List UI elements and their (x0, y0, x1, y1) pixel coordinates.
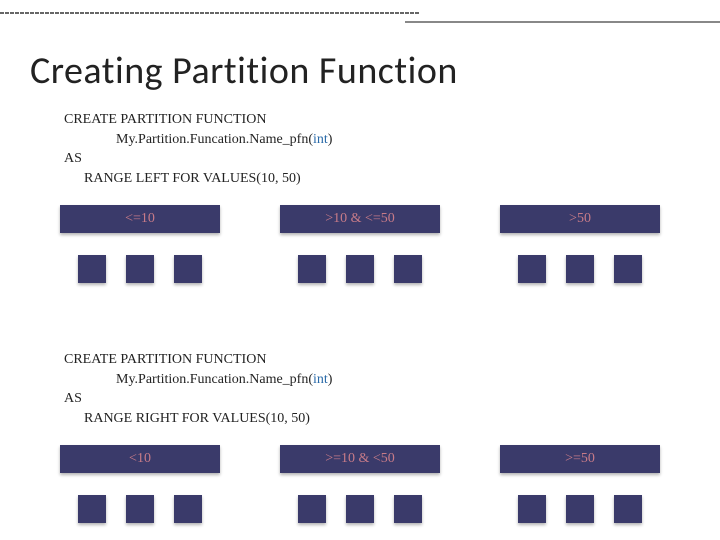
code-line: CREATE PARTITION FUNCTION (64, 110, 332, 130)
partition-diagram-left: <=10 >10 & <=50 >50 (60, 205, 660, 283)
code-line: My.Partition.Funcation.Name_pfn(int) (64, 370, 332, 390)
code-line: CREATE PARTITION FUNCTION (64, 350, 332, 370)
code-text: My.Partition.Funcation.Name_pfn( (116, 132, 313, 147)
range-box: <=10 (60, 205, 220, 233)
code-line: RANGE RIGHT FOR VALUES(10, 50) (64, 409, 332, 429)
decorative-top-dash (0, 12, 420, 14)
range-box: >10 & <=50 (280, 205, 440, 233)
code-line: RANGE LEFT FOR VALUES(10, 50) (64, 169, 332, 189)
code-text: My.Partition.Funcation.Name_pfn( (116, 372, 313, 387)
code-text: ) (328, 132, 333, 147)
partition-diagram-right: <10 >=10 & <50 >=50 (60, 445, 660, 523)
range-box: <10 (60, 445, 220, 473)
keyword-int: int (313, 372, 328, 387)
range-box: >=10 & <50 (280, 445, 440, 473)
code-block-range-right: CREATE PARTITION FUNCTION My.Partition.F… (64, 350, 332, 428)
code-line: AS (64, 149, 332, 169)
range-box: >50 (500, 205, 660, 233)
code-block-range-left: CREATE PARTITION FUNCTION My.Partition.F… (64, 110, 332, 188)
keyword-int: int (313, 132, 328, 147)
code-line: AS (64, 389, 332, 409)
code-line: My.Partition.Funcation.Name_pfn(int) (64, 130, 332, 150)
slide-title: Creating Partition Function (30, 48, 458, 94)
code-text: ) (328, 372, 333, 387)
range-box: >=50 (500, 445, 660, 473)
decorative-top-line (405, 21, 720, 23)
